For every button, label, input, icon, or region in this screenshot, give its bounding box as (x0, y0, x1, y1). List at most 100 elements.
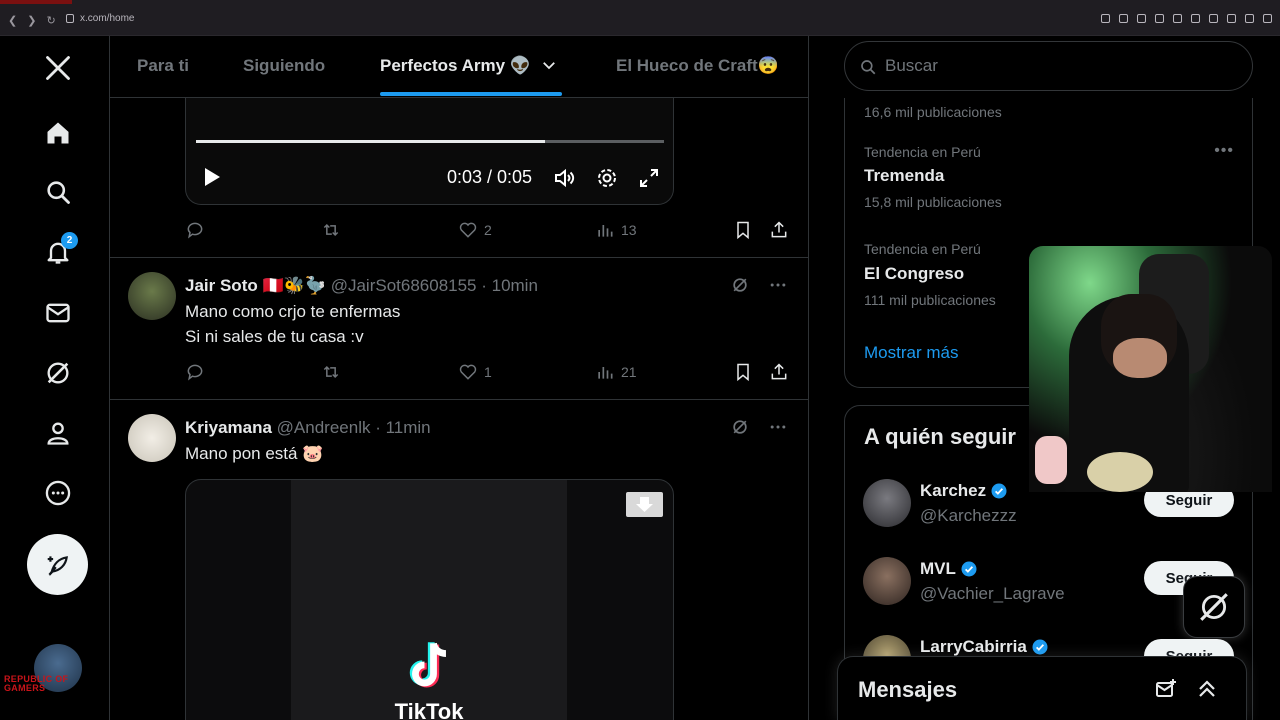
heart-icon (459, 364, 477, 380)
bookmark-button[interactable] (733, 362, 753, 382)
tiktok-note-icon (409, 642, 447, 688)
zoom-icon[interactable] (1101, 14, 1110, 23)
settings-gear-icon[interactable] (595, 166, 619, 190)
x-logo-icon[interactable] (38, 48, 78, 88)
user-name-text: LarryCabirria (920, 637, 1027, 656)
fullscreen-icon[interactable] (637, 166, 661, 190)
trend-title: Tremenda (864, 166, 945, 185)
chevron-down-icon[interactable] (540, 56, 558, 74)
home-icon[interactable] (38, 113, 78, 153)
user-avatar[interactable] (863, 557, 911, 605)
video-player[interactable]: 0:03 / 0:05 (185, 98, 674, 205)
tweet-author-meta[interactable]: @JairSot68608155 · 10min (331, 276, 538, 295)
messages-drawer[interactable]: Mensajes (837, 656, 1247, 720)
views-chart-icon (598, 367, 613, 379)
heart-icon[interactable] (1191, 14, 1200, 23)
grok-icon[interactable] (730, 275, 750, 295)
tweet-avatar[interactable] (128, 414, 176, 462)
search-box[interactable] (844, 41, 1253, 91)
webcam-overlay (1029, 246, 1272, 492)
tab-siguiendo[interactable]: Siguiendo (243, 56, 325, 76)
tweet-author-name[interactable]: Jair Soto 🇵🇪🐝🦤 (185, 276, 326, 295)
video-progress-fill (196, 140, 545, 143)
menu-icon[interactable] (1263, 14, 1272, 23)
grok-icon[interactable] (38, 353, 78, 393)
new-message-icon[interactable] (1154, 677, 1178, 701)
repost-button[interactable] (321, 362, 341, 382)
trend-more-icon[interactable]: ••• (1214, 142, 1234, 160)
compose-post-button[interactable] (27, 534, 88, 595)
timeline-tabs: Para ti Siguiendo Perfectos Army 👽 El Hu… (110, 36, 808, 98)
pin-icon[interactable] (1119, 14, 1128, 23)
shield-icon[interactable] (1155, 14, 1164, 23)
notifications-bell-icon[interactable]: 2 (38, 232, 78, 272)
tweet-text-line: Mano pon está 🐷 (185, 444, 324, 463)
more-dots-icon[interactable] (768, 417, 788, 437)
share-button[interactable] (769, 220, 789, 240)
browser-tab[interactable] (0, 0, 72, 4)
grok-icon[interactable] (730, 417, 750, 437)
like-button[interactable]: 1 (458, 362, 492, 382)
bookmark-button[interactable] (733, 220, 753, 240)
active-tab-indicator (380, 92, 562, 96)
tweet-media-video[interactable]: TikTok (185, 479, 674, 720)
user-handle[interactable]: @Vachier_Lagrave (920, 584, 1065, 604)
tab-para-ti[interactable]: Para ti (137, 56, 189, 76)
trend-count: 16,6 mil publicaciones (864, 104, 1002, 120)
play-icon[interactable] (202, 166, 222, 188)
address-bar[interactable]: x.com/home (66, 13, 134, 24)
forward-icon[interactable]: ❯ (27, 14, 36, 27)
more-options-icon[interactable] (38, 473, 78, 513)
like-count: 2 (484, 222, 492, 238)
user-avatar[interactable] (863, 479, 911, 527)
reply-button[interactable] (185, 362, 205, 382)
verified-badge-icon (991, 483, 1007, 499)
video-progress-bar[interactable] (196, 140, 664, 143)
download-button[interactable] (626, 492, 663, 517)
webcam-food-plate (1087, 452, 1153, 492)
user-name-text: Karchez (920, 481, 987, 500)
tweet-actions: 1 21 (185, 362, 790, 386)
feather-quill-icon (47, 555, 68, 576)
extensions-icon[interactable] (1209, 14, 1218, 23)
play-icon[interactable] (1173, 14, 1182, 23)
tweet-header: Kriyamana @Andreenlk · 11min (185, 418, 431, 438)
download-icon[interactable] (1245, 14, 1254, 23)
explore-search-icon[interactable] (38, 172, 78, 212)
views-button[interactable]: 13 (595, 220, 637, 240)
more-dots-icon[interactable] (768, 275, 788, 295)
user-name[interactable]: MVL (920, 559, 978, 579)
tweet-author-meta[interactable]: @Andreenlk · 11min (277, 418, 431, 437)
show-more-link[interactable]: Mostrar más (864, 343, 958, 363)
verified-badge-icon (961, 561, 977, 577)
volume-icon[interactable] (553, 166, 577, 190)
views-count: 13 (621, 222, 637, 238)
user-name[interactable]: LarryCabirria (920, 637, 1049, 657)
user-handle[interactable]: @Karchezzz (920, 506, 1017, 526)
user-name[interactable]: Karchez (920, 481, 1008, 501)
messages-mail-icon[interactable] (38, 293, 78, 333)
verified-badge-icon (1032, 639, 1048, 655)
tweet-author-name[interactable]: Kriyamana (185, 418, 272, 437)
like-button[interactable]: 2 (458, 220, 492, 240)
share-button[interactable] (769, 362, 789, 382)
search-input[interactable] (885, 54, 1235, 78)
profile-icon[interactable] (38, 413, 78, 453)
reload-icon[interactable]: ↻ (46, 14, 55, 27)
repost-button[interactable] (321, 220, 341, 240)
webcam-person-face (1113, 338, 1167, 378)
tab-perfectos-army[interactable]: Perfectos Army 👽 (380, 56, 558, 76)
grok-floating-button[interactable] (1183, 576, 1245, 638)
video-time: 0:03 / 0:05 (447, 167, 533, 187)
tab-el-hueco-de-craft[interactable]: El Hueco de Craft😨 (616, 56, 779, 76)
tweet-avatar[interactable] (128, 272, 176, 320)
views-button[interactable]: 21 (595, 362, 637, 382)
bookmark-icon (737, 221, 749, 240)
share-icon[interactable] (1227, 14, 1236, 23)
browser-toolbar: ❮ ❯ ↻ x.com/home (0, 0, 1280, 36)
screenshot-icon[interactable] (1137, 14, 1146, 23)
back-icon[interactable]: ❮ (8, 14, 17, 27)
expand-chevrons-up-icon[interactable] (1195, 677, 1219, 701)
browser-nav-buttons: ❮ ❯ ↻ (8, 14, 56, 27)
reply-button[interactable] (185, 220, 205, 240)
